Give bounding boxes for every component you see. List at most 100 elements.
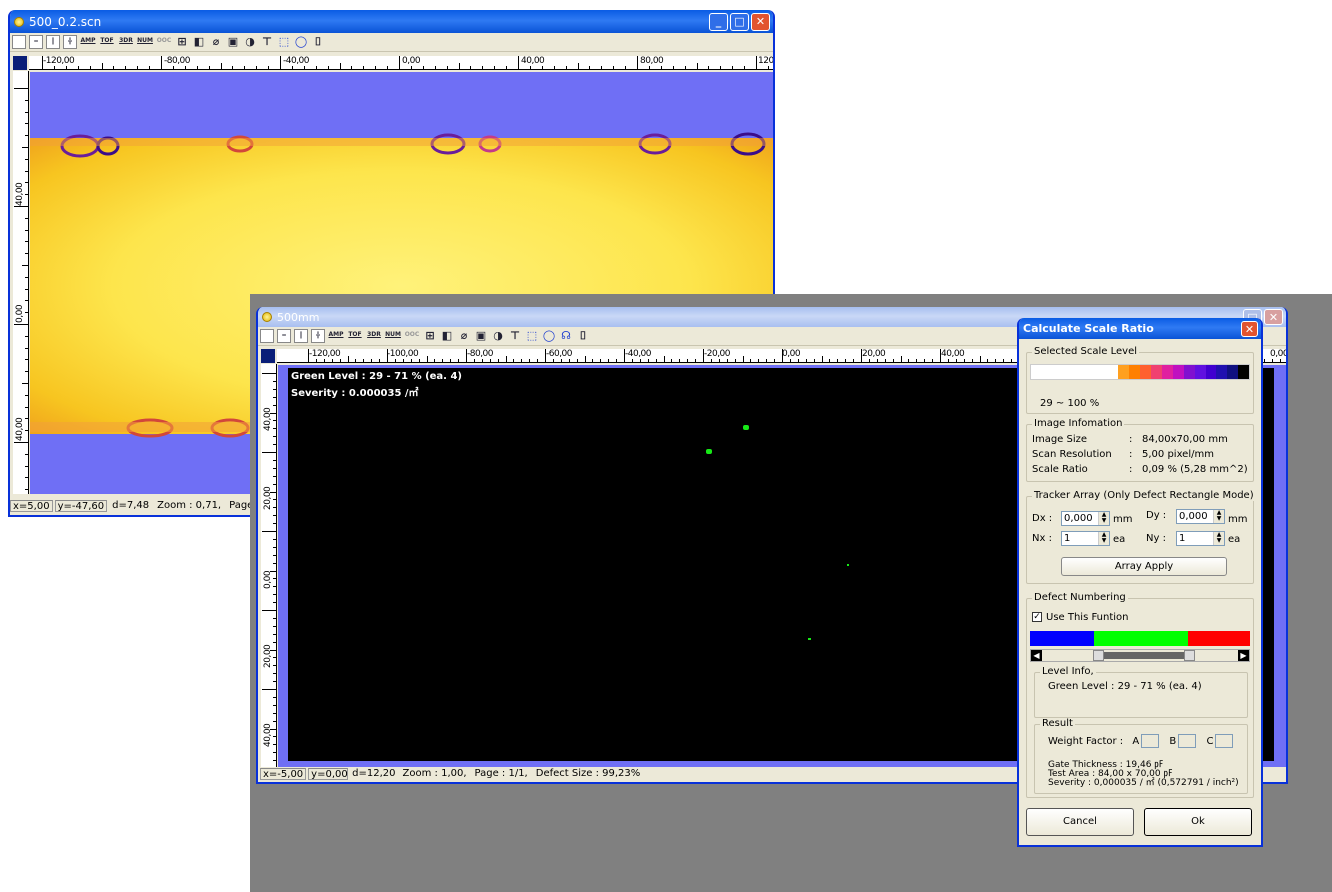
ruler-label: 120 xyxy=(758,56,773,66)
weight-b-input[interactable] xyxy=(1178,734,1197,748)
amp-icon[interactable]: AMP xyxy=(328,329,344,343)
ny-stepper[interactable]: 1 ▲ ▼ xyxy=(1176,531,1225,546)
camera-icon[interactable]: ⌷ xyxy=(311,35,325,49)
spin-arrows-icon[interactable]: ▲ ▼ xyxy=(1098,512,1109,525)
measure-icon[interactable]: ⊤ xyxy=(260,35,274,49)
eraser-icon[interactable]: ⌀ xyxy=(209,35,223,49)
ooc-icon[interactable]: OOC xyxy=(404,329,420,343)
contrast-icon[interactable]: ◑ xyxy=(491,329,505,343)
ruler-tick xyxy=(323,359,325,362)
ooc-icon[interactable]: OOC xyxy=(156,35,172,49)
defect-spot[interactable] xyxy=(706,449,712,454)
ruler-tick xyxy=(418,359,420,362)
slider-right-thumb[interactable] xyxy=(1184,650,1195,661)
scale-color-cell xyxy=(1041,365,1053,379)
maximize-button[interactable]: □ xyxy=(730,12,749,31)
tof-icon[interactable]: TOF xyxy=(99,35,115,49)
3dr-icon[interactable]: 3DR xyxy=(118,35,134,49)
ruler-tick xyxy=(797,359,799,362)
panel-icon[interactable]: ◧ xyxy=(192,35,206,49)
split-h-icon[interactable]: ═ xyxy=(277,329,291,343)
dx-stepper[interactable]: 0,000 ▲ ▼ xyxy=(1061,511,1110,526)
ruler-label: 40,00 xyxy=(263,723,273,747)
nx-stepper[interactable]: 1 ▲ ▼ xyxy=(1061,531,1110,546)
ruler-tick xyxy=(25,241,28,243)
ruler-tick xyxy=(789,359,791,362)
ruler-tick xyxy=(273,404,276,406)
info-sep: : xyxy=(1129,434,1133,445)
weight-a-input[interactable] xyxy=(1141,734,1160,748)
measure-icon[interactable]: ⊤ xyxy=(508,329,522,343)
title-bar[interactable]: 500_0.2.scn _ □ ✕ xyxy=(10,10,773,33)
spin-arrows-icon[interactable]: ▲ ▼ xyxy=(1213,510,1224,523)
rect-select-icon[interactable]: ⬚ xyxy=(277,35,291,49)
ok-button[interactable]: Ok xyxy=(1144,808,1252,836)
level-range-slider[interactable]: ◀ ▶ xyxy=(1030,649,1250,662)
ruler-tick xyxy=(955,359,957,362)
quad-view-icon[interactable]: ╬ xyxy=(311,329,325,343)
ruler-tick xyxy=(161,56,162,69)
ruler-label: -100,00 xyxy=(387,349,419,359)
split-h-icon[interactable]: ═ xyxy=(29,35,43,49)
document-icon[interactable]: ▣ xyxy=(226,35,240,49)
num-icon[interactable]: NUM xyxy=(137,35,153,49)
tof-icon[interactable]: TOF xyxy=(347,329,363,343)
3dr-icon[interactable]: 3DR xyxy=(366,329,382,343)
camera-icon[interactable]: ⌷ xyxy=(576,329,590,343)
single-view-icon[interactable] xyxy=(260,329,274,343)
document-icon[interactable]: ▣ xyxy=(474,329,488,343)
grid-icon[interactable]: ⊞ xyxy=(175,35,189,49)
array-apply-button[interactable]: Array Apply xyxy=(1061,557,1227,576)
amp-icon[interactable]: AMP xyxy=(80,35,96,49)
weight-a-label: A xyxy=(1132,736,1140,747)
ruler-label: -40,00 xyxy=(283,56,310,66)
ruler-tick xyxy=(647,359,649,362)
defect-spot[interactable] xyxy=(808,638,811,640)
ruler-tick xyxy=(506,66,508,69)
defect-numbering-group: Defect Numbering ✓ Use This Funtion ◀ ▶ L… xyxy=(1026,592,1254,798)
contrast-icon[interactable]: ◑ xyxy=(243,35,257,49)
defect-spot[interactable] xyxy=(743,425,749,430)
scroll-left-icon[interactable]: ◀ xyxy=(1031,650,1042,661)
close-button[interactable]: ✕ xyxy=(751,12,770,31)
close-button[interactable]: ✕ xyxy=(1264,309,1283,325)
ruler-tick xyxy=(513,359,515,362)
ellipse-select-icon[interactable]: ◯ xyxy=(294,35,308,49)
slider-left-thumb[interactable] xyxy=(1093,650,1104,661)
quad-view-icon[interactable]: ╬ xyxy=(63,35,77,49)
status-page: Page : 1/1, xyxy=(471,768,531,780)
lasso-select-icon[interactable]: ☊ xyxy=(559,329,573,343)
ruler-tick xyxy=(426,356,428,362)
status-x: x=-5,00 xyxy=(260,768,307,780)
ruler-tick xyxy=(270,728,276,730)
ruler-tick xyxy=(529,66,531,69)
checkbox-icon[interactable]: ✓ xyxy=(1032,612,1042,622)
spin-arrows-icon[interactable]: ▲ ▼ xyxy=(1098,532,1109,545)
scroll-right-icon[interactable]: ▶ xyxy=(1238,650,1249,661)
minimize-button[interactable]: _ xyxy=(709,12,728,31)
defect-spot[interactable] xyxy=(847,564,849,566)
grid-icon[interactable]: ⊞ xyxy=(423,329,437,343)
ruler-tick xyxy=(273,744,276,746)
num-icon[interactable]: NUM xyxy=(385,329,401,343)
ruler-tick xyxy=(25,217,28,219)
dy-stepper[interactable]: 0,000 ▲ ▼ xyxy=(1176,509,1225,524)
ruler-tick xyxy=(744,66,746,69)
close-button[interactable]: ✕ xyxy=(1241,320,1258,337)
eraser-icon[interactable]: ⌀ xyxy=(457,329,471,343)
panel-icon[interactable]: ◧ xyxy=(440,329,454,343)
single-view-icon[interactable] xyxy=(12,35,26,49)
ellipse-select-icon[interactable]: ◯ xyxy=(542,329,556,343)
ruler-tick xyxy=(589,66,591,69)
split-v-icon[interactable]: ║ xyxy=(294,329,308,343)
use-function-checkbox[interactable]: ✓ Use This Funtion xyxy=(1032,612,1129,623)
ruler-tick xyxy=(273,396,276,398)
ruler-tick xyxy=(262,531,276,532)
scale-range-text: 29 ~ 100 % xyxy=(1040,398,1100,409)
dialog-title-bar[interactable]: Calculate Scale Ratio ✕ xyxy=(1019,318,1261,339)
split-v-icon[interactable]: ║ xyxy=(46,35,60,49)
rect-select-icon[interactable]: ⬚ xyxy=(525,329,539,343)
weight-c-input[interactable] xyxy=(1215,734,1234,748)
cancel-button[interactable]: Cancel xyxy=(1026,808,1134,836)
spin-arrows-icon[interactable]: ▲ ▼ xyxy=(1213,532,1224,545)
